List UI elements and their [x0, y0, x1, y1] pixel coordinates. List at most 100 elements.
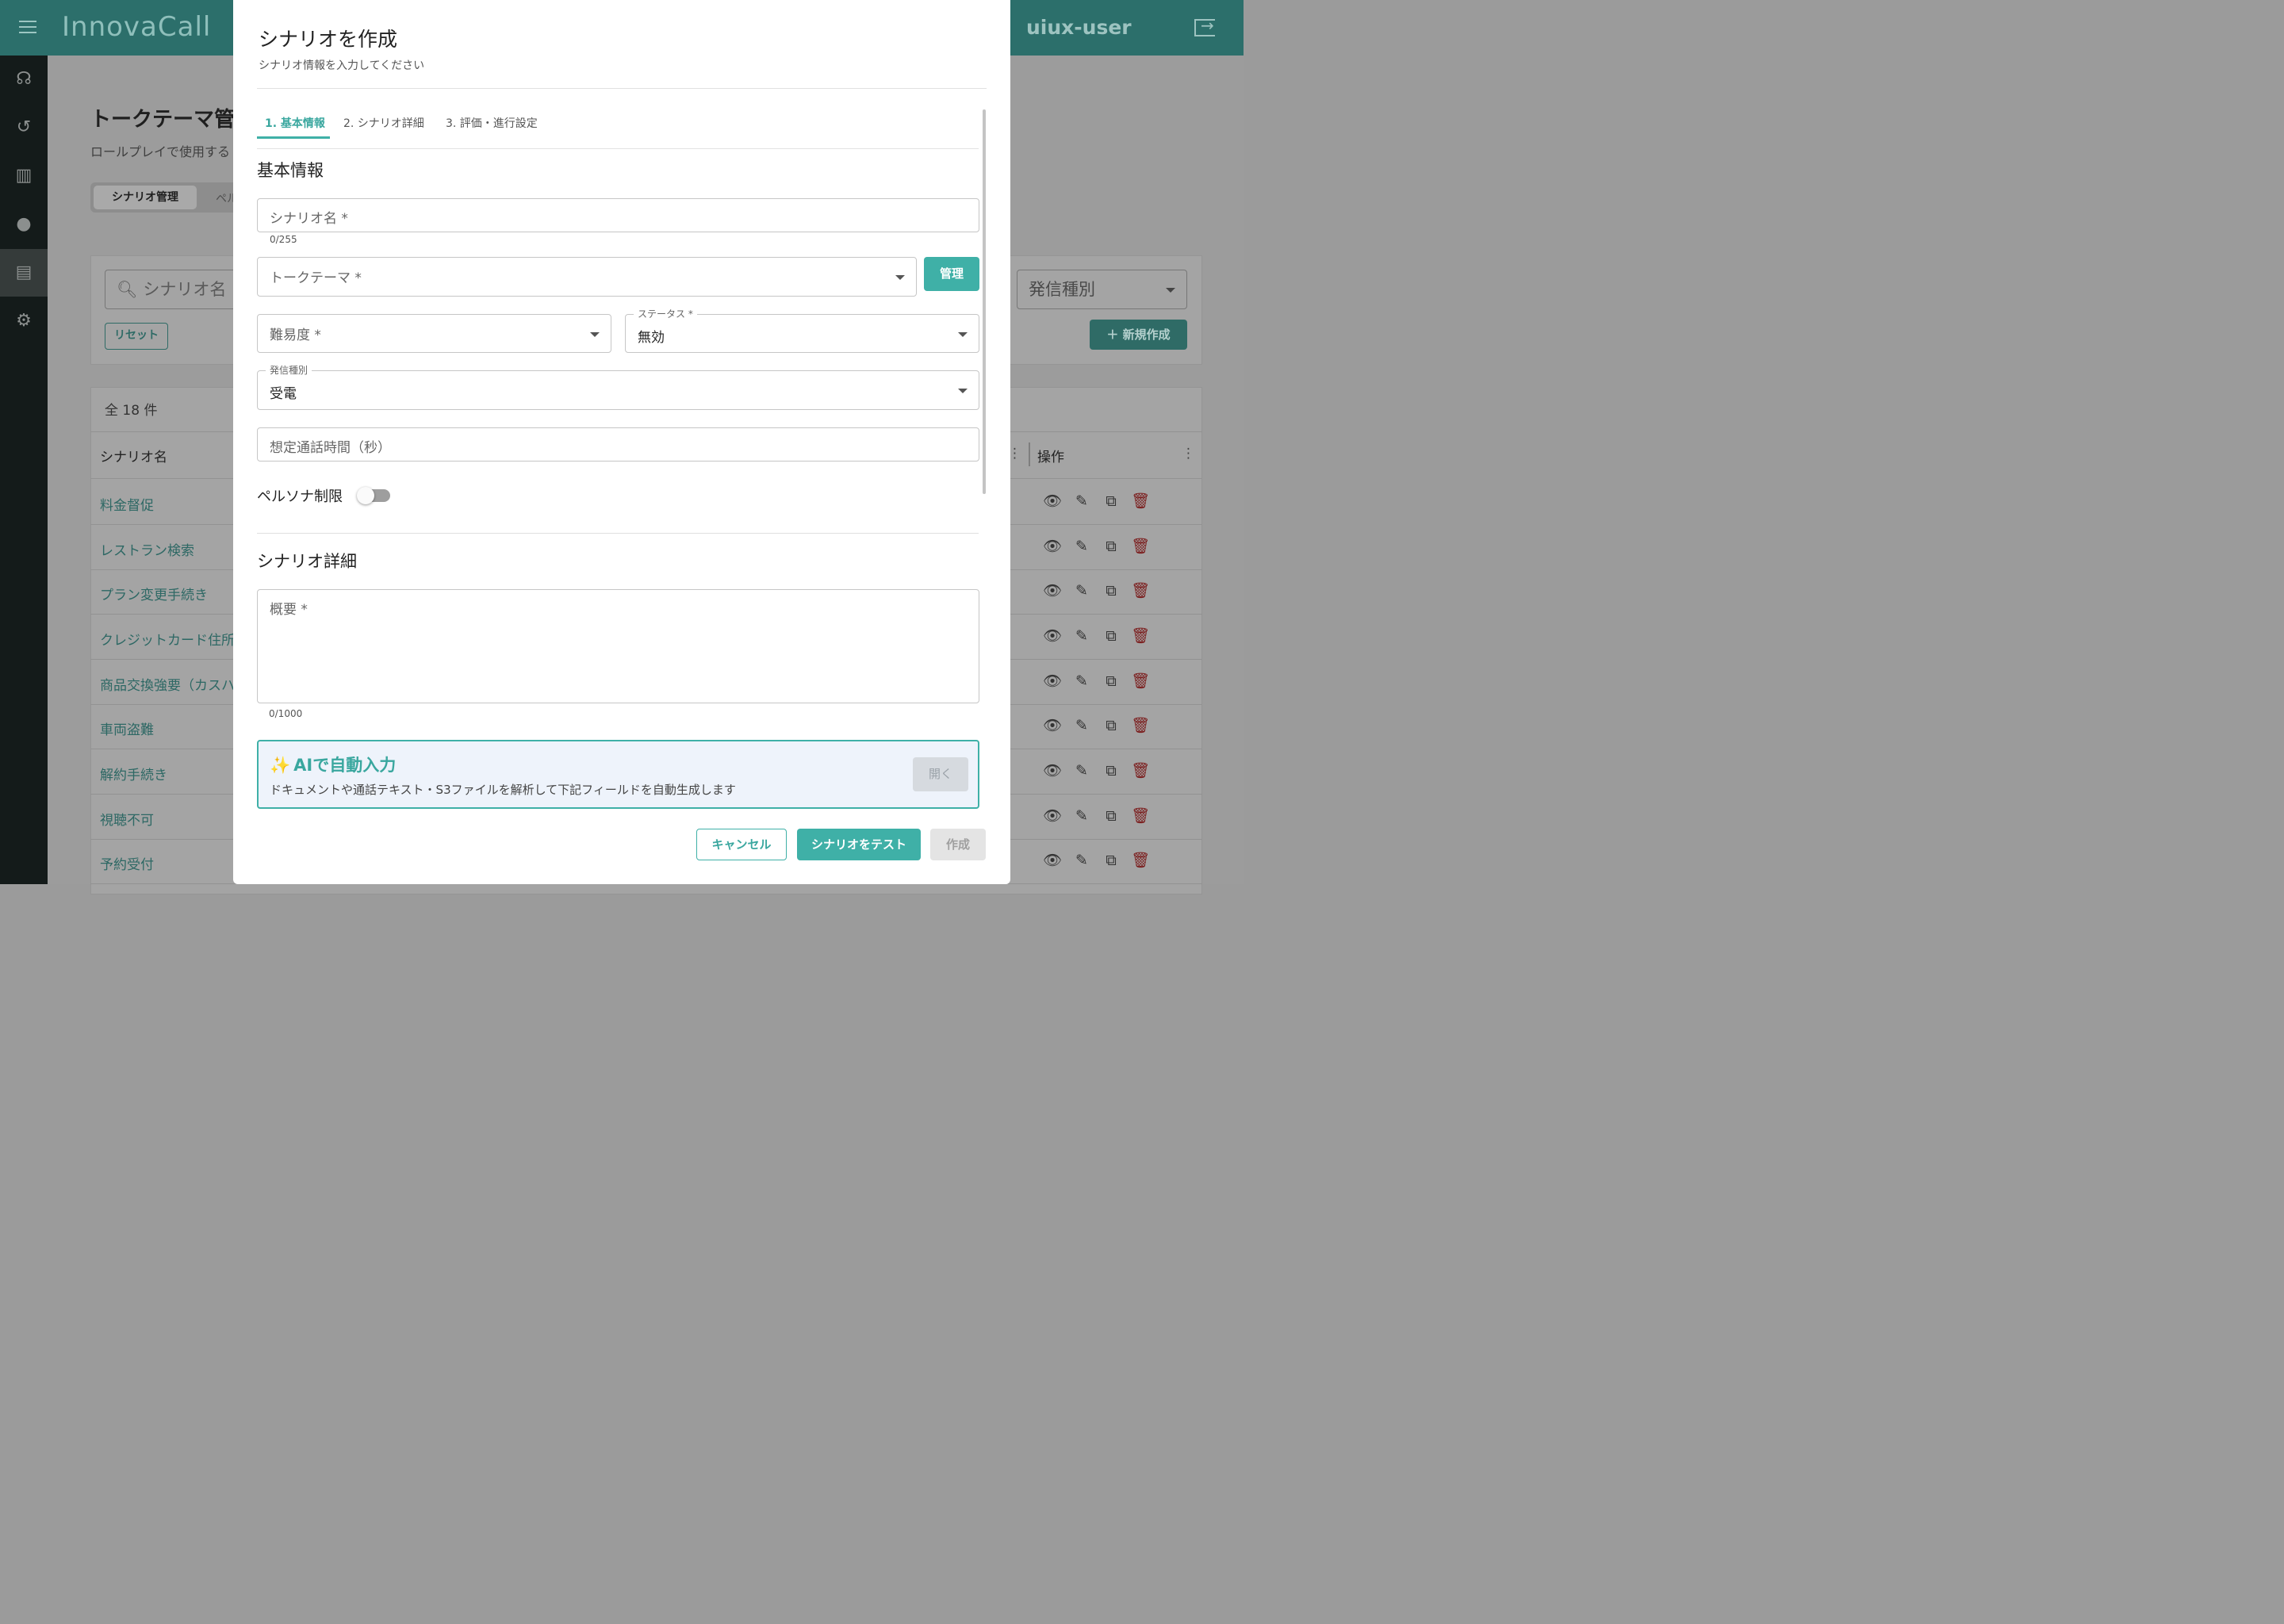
- delete-icon[interactable]: 🗑︎: [1130, 580, 1151, 601]
- scenario-name-input[interactable]: シナリオ名 *: [257, 198, 979, 232]
- copy-icon[interactable]: ⧉: [1101, 671, 1121, 691]
- copy-icon[interactable]: ⧉: [1101, 536, 1121, 557]
- edit-icon[interactable]: ✎: [1071, 850, 1092, 871]
- edit-icon[interactable]: ✎: [1071, 760, 1092, 781]
- result-count: 全 18 件: [105, 403, 158, 419]
- chat-icon[interactable]: ▤: [0, 249, 48, 297]
- section-title-basic: 基本情報: [257, 161, 324, 180]
- talk-theme-select[interactable]: トークテーマ *: [257, 257, 917, 297]
- delete-icon[interactable]: 🗑︎: [1130, 671, 1151, 691]
- scenario-name-label: シナリオ名 *: [270, 211, 348, 227]
- view-icon[interactable]: 👁︎: [1042, 580, 1063, 601]
- row-scenario-name[interactable]: 視聴不可: [100, 809, 154, 829]
- expected-duration-input[interactable]: 想定通話時間（秒）: [257, 427, 979, 462]
- row-actions: 👁︎ ✎ ⧉ 🗑︎: [1042, 536, 1153, 558]
- row-scenario-name[interactable]: 車両盗難: [100, 718, 154, 738]
- tab-scenario-management[interactable]: シナリオ管理: [94, 186, 197, 209]
- row-scenario-name[interactable]: レストラン検索: [100, 539, 194, 559]
- row-scenario-name[interactable]: 料金督促: [100, 494, 154, 514]
- view-icon[interactable]: 👁︎: [1042, 715, 1063, 736]
- row-actions: 👁︎ ✎ ⧉ 🗑︎: [1042, 760, 1153, 783]
- reset-button[interactable]: リセット: [105, 323, 168, 350]
- row-actions: 👁︎ ✎ ⧉ 🗑︎: [1042, 671, 1153, 693]
- call-type-filter[interactable]: 発信種別: [1017, 270, 1187, 309]
- history-icon[interactable]: ↺: [0, 104, 48, 151]
- edit-icon[interactable]: ✎: [1071, 580, 1092, 601]
- delete-icon[interactable]: 🗑︎: [1130, 715, 1151, 736]
- edit-icon[interactable]: ✎: [1071, 626, 1092, 646]
- delete-icon[interactable]: 🗑︎: [1130, 626, 1151, 646]
- manage-button[interactable]: 管理: [924, 257, 979, 291]
- copy-icon[interactable]: ⧉: [1101, 580, 1121, 601]
- column-scenario-name[interactable]: シナリオ名: [100, 446, 167, 465]
- persona-limit-toggle-knob[interactable]: [357, 487, 374, 504]
- logout-icon[interactable]: [1194, 16, 1215, 36]
- row-scenario-name[interactable]: 解約手続き: [100, 764, 167, 783]
- search-input[interactable]: 🔍︎ シナリオ名: [105, 270, 240, 309]
- delete-icon[interactable]: 🗑︎: [1130, 491, 1151, 511]
- tab-scenario-detail[interactable]: 2. シナリオ詳細: [343, 115, 424, 131]
- delete-icon[interactable]: 🗑︎: [1130, 806, 1151, 826]
- status-label: ステータス *: [634, 307, 697, 320]
- tab-evaluation-settings[interactable]: 3. 評価・進行設定: [446, 115, 538, 131]
- row-actions: 👁︎ ✎ ⧉ 🗑︎: [1042, 806, 1153, 828]
- status-select[interactable]: ステータス * 無効: [625, 307, 979, 353]
- view-icon[interactable]: 👁︎: [1042, 850, 1063, 871]
- ai-autofill-title: ✨ AIで自動入力: [270, 753, 396, 776]
- row-scenario-name[interactable]: 商品交換強要（カスハ: [100, 674, 235, 694]
- test-scenario-button[interactable]: シナリオをテスト: [797, 829, 921, 860]
- view-icon[interactable]: 👁︎: [1042, 626, 1063, 646]
- chart-icon[interactable]: ▥: [0, 152, 48, 200]
- row-scenario-name[interactable]: クレジットカード住所: [100, 629, 235, 649]
- view-icon[interactable]: 👁︎: [1042, 536, 1063, 557]
- expected-duration-label: 想定通話時間（秒）: [270, 440, 391, 456]
- row-actions: 👁︎ ✎ ⧉ 🗑︎: [1042, 715, 1153, 737]
- edit-icon[interactable]: ✎: [1071, 671, 1092, 691]
- edit-icon[interactable]: ✎: [1071, 806, 1092, 826]
- persona-limit-label: ペルソナ制限: [257, 488, 343, 505]
- copy-icon[interactable]: ⧉: [1101, 806, 1121, 826]
- view-icon[interactable]: 👁︎: [1042, 806, 1063, 826]
- create-button[interactable]: 作成: [930, 829, 986, 860]
- cancel-button[interactable]: キャンセル: [696, 829, 787, 860]
- row-actions: 👁︎ ✎ ⧉ 🗑︎: [1042, 850, 1153, 872]
- row-scenario-name[interactable]: プラン変更手続き: [100, 584, 208, 603]
- delete-icon[interactable]: 🗑︎: [1130, 536, 1151, 557]
- difficulty-label: 難易度 *: [270, 327, 321, 343]
- delete-icon[interactable]: 🗑︎: [1130, 760, 1151, 781]
- call-type-select[interactable]: 発信種別 受電: [257, 363, 979, 410]
- row-actions: 👁︎ ✎ ⧉ 🗑︎: [1042, 580, 1153, 603]
- copy-icon[interactable]: ⧉: [1101, 715, 1121, 736]
- copy-icon[interactable]: ⧉: [1101, 626, 1121, 646]
- row-scenario-name[interactable]: 予約受付: [100, 853, 154, 873]
- person-icon[interactable]: ●: [0, 201, 48, 248]
- page-subtitle: ロールプレイで使用する: [90, 144, 231, 159]
- delete-icon[interactable]: 🗑︎: [1130, 850, 1151, 871]
- copy-icon[interactable]: ⧉: [1101, 760, 1121, 781]
- chevron-down-icon: [958, 389, 968, 393]
- new-button[interactable]: ＋ 新規作成: [1090, 320, 1187, 350]
- difficulty-select[interactable]: 難易度 *: [257, 314, 611, 353]
- view-icon[interactable]: 👁︎: [1042, 760, 1063, 781]
- edit-icon[interactable]: ✎: [1071, 491, 1092, 511]
- ai-autofill-title-text: AIで自動入力: [293, 756, 397, 775]
- ai-autofill-panel: ✨ AIで自動入力 ドキュメントや通話テキスト・S3ファイルを解析して下記フィール…: [257, 740, 979, 809]
- view-icon[interactable]: 👁︎: [1042, 491, 1063, 511]
- menu-icon[interactable]: [19, 21, 36, 35]
- gear-icon[interactable]: ⚙: [0, 297, 48, 345]
- status-value: 無効: [638, 330, 665, 346]
- copy-icon[interactable]: ⧉: [1101, 850, 1121, 871]
- copy-icon[interactable]: ⧉: [1101, 491, 1121, 511]
- edit-icon[interactable]: ✎: [1071, 536, 1092, 557]
- scrollbar[interactable]: [983, 109, 986, 494]
- section-divider: [257, 533, 979, 534]
- tab-basic-info[interactable]: 1. 基本情報: [265, 115, 325, 131]
- edit-icon[interactable]: ✎: [1071, 715, 1092, 736]
- headset-icon[interactable]: ☊: [0, 56, 48, 103]
- ai-open-button[interactable]: 開く: [913, 757, 968, 791]
- view-icon[interactable]: 👁︎: [1042, 671, 1063, 691]
- overview-textarea[interactable]: 概要 *: [257, 589, 979, 703]
- column-menu-icon[interactable]: ⋮: [1182, 446, 1195, 462]
- column-actions: 操作: [1037, 450, 1064, 465]
- dialog-title: シナリオを作成: [259, 28, 398, 51]
